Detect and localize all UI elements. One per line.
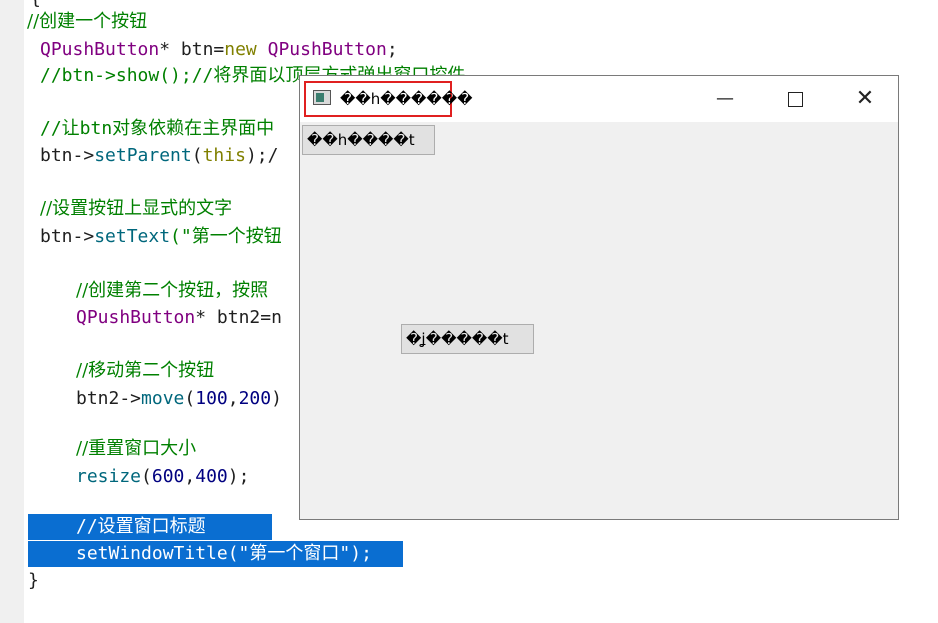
- code-line-2: QPushButton* btn=new QPushButton;: [40, 39, 398, 60]
- app-window-icon[interactable]: [313, 90, 331, 105]
- code-line-11: //创建第二个按钮，按照: [76, 280, 269, 301]
- maximize-icon: [787, 92, 803, 107]
- window-title: ��h������: [340, 90, 473, 108]
- code-line-14: //移动第二个按钮: [76, 360, 215, 381]
- code-line-8: //设置按钮上显式的文字: [40, 198, 233, 219]
- editor-gutter: [0, 0, 24, 623]
- close-button[interactable]: ✕: [842, 76, 888, 122]
- code-line-17: //重置窗口大小: [76, 438, 197, 459]
- window-titlebar[interactable]: ��h������ — ✕: [300, 76, 898, 122]
- push-button-first[interactable]: ��h����t: [302, 125, 435, 155]
- code-line-15: btn2->move(100,200): [76, 388, 282, 409]
- code-line-5: //让btn对象依赖在主界面中: [40, 118, 275, 139]
- code-line-1: //创建一个按钮: [27, 11, 148, 32]
- code-line-12: QPushButton* btn2=n: [76, 307, 282, 328]
- push-button-second[interactable]: �ʝ�����t: [401, 324, 534, 354]
- minimize-button[interactable]: —: [702, 76, 748, 122]
- minimize-icon: —: [716, 88, 734, 109]
- maximize-button[interactable]: [772, 76, 818, 122]
- qt-main-window[interactable]: ��h������ — ✕ ��h����t �ʝ�����t: [299, 75, 899, 520]
- code-line-21-selected: setWindowTitle("第一个窗口");: [28, 541, 403, 567]
- code-line-9: btn->setText("第一个按钮: [40, 226, 282, 247]
- close-icon: ✕: [855, 86, 875, 111]
- code-line-brace-close: }: [28, 570, 39, 591]
- code-line-20-selected: //设置窗口标题: [28, 514, 272, 540]
- code-line-18: resize(600,400);: [76, 466, 250, 487]
- code-line-6: btn->setParent(this);/: [40, 145, 279, 166]
